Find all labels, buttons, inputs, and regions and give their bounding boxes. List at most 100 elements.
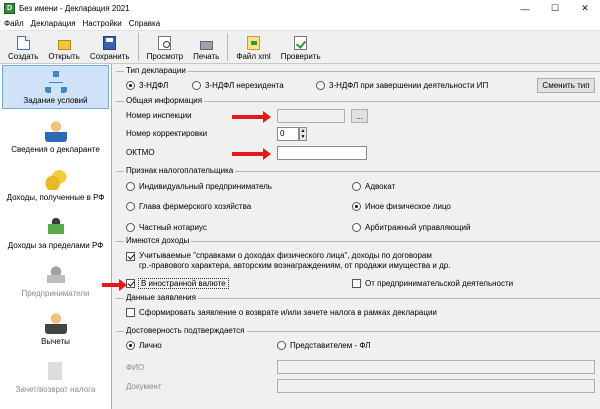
maximize-icon[interactable]: ☐ bbox=[540, 0, 570, 17]
radio-notary[interactable]: Частный нотариус bbox=[126, 223, 207, 232]
coins-icon bbox=[44, 168, 67, 190]
radio-arbitrage[interactable]: Арбитражный управляющий bbox=[352, 223, 470, 232]
new-document-icon bbox=[16, 36, 30, 50]
sidebar-item-income-rf[interactable]: Доходы, полученные в РФ bbox=[0, 158, 111, 206]
radio-button[interactable] bbox=[352, 202, 361, 211]
open-button[interactable]: Открыть bbox=[43, 32, 84, 63]
document-label: Документ bbox=[126, 382, 162, 391]
sidebar-item-entrepreneurs: Предприниматели bbox=[0, 254, 111, 302]
section-title: Общая информация bbox=[124, 96, 205, 105]
print-button[interactable]: Печать bbox=[188, 32, 224, 63]
oktmo-label: ОКТМО bbox=[126, 148, 155, 157]
change-type-button[interactable]: Сменить тип bbox=[537, 78, 595, 93]
checkbox-form-statement[interactable]: Сформировать заявление о возврате и/или … bbox=[126, 308, 437, 317]
radio-3ndfl-nonresident[interactable]: 3-НДФЛ нерезидента bbox=[192, 81, 284, 90]
checkbox[interactable] bbox=[352, 279, 361, 288]
money-bag-icon bbox=[44, 216, 67, 238]
save-button[interactable]: Сохранить bbox=[85, 32, 135, 63]
checkbox[interactable] bbox=[126, 308, 135, 317]
general-info-section: Общая информация Номер инспекции ... Ном… bbox=[116, 96, 600, 167]
preview-button[interactable]: Просмотр bbox=[142, 32, 189, 63]
refund-icon bbox=[44, 360, 67, 382]
xml-file-icon bbox=[247, 36, 261, 50]
fio-input[interactable] bbox=[277, 360, 595, 374]
section-title: Имеются доходы bbox=[124, 236, 192, 245]
correction-spinner[interactable]: ▲ ▼ bbox=[299, 127, 307, 141]
radio-lawyer[interactable]: Адвокат bbox=[352, 182, 395, 191]
main-panel: Тип декларации 3-НДФЛ 3-НДФЛ нерезидента… bbox=[102, 64, 600, 409]
toolbar: Создать Открыть Сохранить Просмотр Печат… bbox=[0, 31, 600, 64]
sidebar-item-declarant[interactable]: Сведения о декларанте bbox=[0, 110, 111, 158]
folder-icon bbox=[57, 40, 71, 50]
menu-bar: Файл Декларация Настройки Справка bbox=[0, 17, 600, 31]
app-icon: D bbox=[4, 3, 15, 14]
radio-button[interactable] bbox=[192, 81, 201, 90]
tree-icon bbox=[44, 71, 67, 93]
red-arrow-icon bbox=[232, 111, 271, 123]
document-input[interactable] bbox=[277, 379, 595, 393]
deduction-icon bbox=[44, 312, 67, 334]
sidebar-item-conditions[interactable]: Задание условий bbox=[2, 65, 109, 109]
toolbar-separator bbox=[137, 33, 139, 61]
sidebar: Задание условий Сведения о декларанте До… bbox=[0, 64, 112, 409]
sidebar-item-deductions[interactable]: Вычеты bbox=[0, 302, 111, 350]
radio-ip[interactable]: Индивидуальный предприниматель bbox=[126, 182, 272, 191]
toolbar-separator bbox=[227, 33, 229, 61]
close-icon[interactable]: ✕ bbox=[570, 0, 600, 17]
radio-3ndfl-ip-end[interactable]: 3-НДФЛ при завершении деятельности ИП bbox=[316, 81, 488, 90]
floppy-icon bbox=[103, 36, 117, 50]
menu-file[interactable]: Файл bbox=[4, 19, 24, 28]
section-title: Признак налогоплательщика bbox=[124, 166, 236, 175]
radio-button[interactable] bbox=[126, 182, 135, 191]
radio-button[interactable] bbox=[126, 223, 135, 232]
menu-declaration[interactable]: Декларация bbox=[31, 19, 76, 28]
preview-icon bbox=[158, 36, 172, 50]
income-section: Имеются доходы Учитываемые "справками о … bbox=[102, 236, 600, 294]
decl-type-section: Тип декларации 3-НДФЛ 3-НДФЛ нерезидента… bbox=[116, 66, 600, 99]
radio-button[interactable] bbox=[277, 341, 286, 350]
oktmo-input[interactable] bbox=[277, 146, 367, 160]
printer-icon bbox=[199, 41, 213, 50]
sidebar-item-tax-refund: Зачет/возврат налога bbox=[0, 350, 111, 398]
correction-input[interactable]: 0 bbox=[277, 127, 299, 141]
red-arrow-icon bbox=[102, 279, 127, 291]
radio-button[interactable] bbox=[126, 341, 135, 350]
correction-label: Номер корректировки bbox=[126, 129, 208, 138]
section-title: Достоверность подтверждается bbox=[124, 326, 247, 335]
checkbox[interactable] bbox=[126, 252, 135, 261]
section-title: Тип декларации bbox=[124, 66, 188, 75]
statements-section: Данные заявления Сформировать заявление … bbox=[116, 293, 600, 328]
radio-personal[interactable]: Лично bbox=[126, 341, 162, 350]
radio-button[interactable] bbox=[126, 202, 135, 211]
window-title: Без имени - Декларация 2021 bbox=[19, 4, 130, 13]
radio-button[interactable] bbox=[316, 81, 325, 90]
red-arrow-icon bbox=[232, 148, 271, 160]
checkbox-business-income[interactable]: От предпринимательской деятельности bbox=[352, 279, 513, 288]
sidebar-item-income-abroad[interactable]: Доходы за пределами РФ bbox=[0, 206, 111, 254]
check-icon bbox=[294, 36, 308, 50]
menu-settings[interactable]: Настройки bbox=[83, 19, 122, 28]
menu-help[interactable]: Справка bbox=[129, 19, 160, 28]
checkbox-certificates[interactable]: Учитываемые "справками о доходах физичес… bbox=[126, 251, 450, 271]
inspection-input[interactable] bbox=[277, 109, 345, 123]
title-bar: D Без имени - Декларация 2021 — ☐ ✕ bbox=[0, 0, 600, 17]
radio-3ndfl[interactable]: 3-НДФЛ bbox=[126, 81, 168, 90]
xml-file-button[interactable]: Файл xml bbox=[231, 32, 275, 63]
radio-farm[interactable]: Глава фермерского хозяйства bbox=[126, 202, 251, 211]
radio-button[interactable] bbox=[352, 223, 361, 232]
create-button[interactable]: Создать bbox=[3, 32, 43, 63]
checkbox-foreign-currency[interactable]: В иностранной валюте bbox=[126, 278, 229, 289]
radio-representative[interactable]: Представителем - ФЛ bbox=[277, 341, 370, 350]
taxpayer-section: Признак налогоплательщика Индивидуальный… bbox=[116, 166, 600, 239]
browse-inspection-button[interactable]: ... bbox=[351, 109, 368, 123]
person-icon bbox=[44, 120, 67, 142]
radio-other-person[interactable]: Иное физическое лицо bbox=[352, 202, 451, 211]
inspection-label: Номер инспекции bbox=[126, 111, 192, 120]
checkbox[interactable] bbox=[126, 279, 135, 288]
radio-button[interactable] bbox=[126, 81, 135, 90]
business-icon bbox=[44, 264, 67, 286]
section-title: Данные заявления bbox=[124, 293, 198, 302]
minimize-icon[interactable]: — bbox=[510, 0, 540, 17]
radio-button[interactable] bbox=[352, 182, 361, 191]
check-button[interactable]: Проверить bbox=[276, 32, 326, 63]
